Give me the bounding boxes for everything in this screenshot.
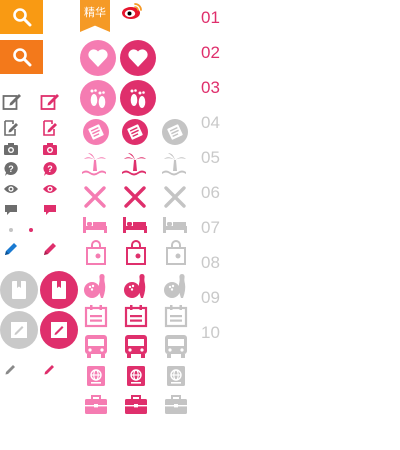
edit-note-circle-gray[interactable] [0, 311, 38, 349]
edit-note-icon [11, 322, 27, 338]
eye-icon[interactable] [42, 183, 58, 195]
heart-icon [128, 49, 148, 67]
edit-note-circle-pink[interactable] [40, 311, 78, 349]
island-icon[interactable] [160, 152, 190, 178]
bowling-icon[interactable] [122, 272, 148, 300]
search-icon [12, 48, 31, 67]
weibo-icon[interactable] [121, 2, 143, 20]
rank-number-09: 09 [201, 288, 220, 307]
footprint-circle-light[interactable] [80, 80, 116, 116]
bed-icon[interactable] [122, 215, 148, 235]
shopping-bag-icon[interactable] [84, 240, 108, 266]
write-icon[interactable] [42, 120, 58, 136]
briefcase-icon[interactable] [83, 394, 109, 416]
passport-icon[interactable] [164, 364, 188, 388]
bed-icon[interactable] [162, 215, 188, 235]
bed-icon[interactable] [82, 215, 108, 235]
document-icon[interactable] [121, 118, 149, 146]
briefcase-icon[interactable] [163, 394, 189, 416]
pencil-icon[interactable] [3, 240, 19, 256]
search-button-dark-orange[interactable] [0, 40, 43, 74]
heart-circle-dark[interactable] [120, 40, 156, 76]
shopping-bag-icon[interactable] [124, 240, 148, 266]
edit-icon[interactable] [2, 91, 22, 111]
search-icon [12, 8, 31, 27]
featured-ribbon: 精华 [80, 0, 110, 32]
bookmark-book-icon [52, 281, 66, 299]
edit-note-icon [51, 322, 67, 338]
edit-icon[interactable] [40, 91, 60, 111]
food-icon[interactable] [82, 184, 108, 210]
eye-icon[interactable] [3, 183, 19, 195]
calendar-icon[interactable] [164, 304, 188, 328]
bowling-icon[interactable] [162, 272, 188, 300]
question-icon[interactable]: ? [3, 161, 19, 177]
dot-indicator [9, 228, 13, 232]
small-pencil-icon[interactable] [43, 362, 57, 376]
calendar-icon[interactable] [84, 304, 108, 328]
pencil-icon[interactable] [42, 240, 58, 256]
footprint-icon [130, 89, 146, 108]
dot-indicator [29, 228, 33, 232]
footprint-icon [90, 89, 106, 108]
heart-icon [88, 49, 108, 67]
rank-number-01: 01 [201, 8, 220, 27]
shopping-bag-icon[interactable] [164, 240, 188, 266]
bus-icon[interactable] [83, 333, 109, 359]
featured-ribbon-label: 精华 [84, 7, 106, 19]
food-icon[interactable] [122, 184, 148, 210]
island-icon[interactable] [120, 152, 150, 178]
rank-number-03: 03 [201, 78, 220, 97]
rank-number-08: 08 [201, 253, 220, 272]
svg-text:?: ? [8, 164, 14, 174]
calendar-icon[interactable] [124, 304, 148, 328]
camera-icon[interactable] [3, 142, 19, 156]
food-icon[interactable] [162, 184, 188, 210]
rank-number-10: 10 [201, 323, 220, 342]
svg-text:?: ? [47, 164, 53, 174]
island-icon[interactable] [80, 152, 110, 178]
briefcase-icon[interactable] [123, 394, 149, 416]
document-icon[interactable] [82, 118, 110, 146]
bus-icon[interactable] [123, 333, 149, 359]
bookmark-circle-pink[interactable] [40, 271, 78, 309]
search-button-orange[interactable] [0, 0, 43, 34]
document-icon[interactable] [161, 118, 189, 146]
bookmark-circle-gray[interactable] [0, 271, 38, 309]
passport-icon[interactable] [124, 364, 148, 388]
heart-circle-light[interactable] [80, 40, 116, 76]
rank-number-04: 04 [201, 113, 220, 132]
bus-icon[interactable] [163, 333, 189, 359]
rank-number-07: 07 [201, 218, 220, 237]
question-icon[interactable]: ? [42, 161, 58, 177]
rank-number-06: 06 [201, 183, 220, 202]
comment-icon[interactable] [4, 204, 18, 216]
small-pencil-icon[interactable] [4, 362, 18, 376]
write-icon[interactable] [3, 120, 19, 136]
bookmark-book-icon [12, 281, 26, 299]
comment-icon[interactable] [43, 204, 57, 216]
footprint-circle-dark[interactable] [120, 80, 156, 116]
rank-number-05: 05 [201, 148, 220, 167]
bowling-icon[interactable] [82, 272, 108, 300]
camera-icon[interactable] [42, 142, 58, 156]
passport-icon[interactable] [84, 364, 108, 388]
rank-number-02: 02 [201, 43, 220, 62]
